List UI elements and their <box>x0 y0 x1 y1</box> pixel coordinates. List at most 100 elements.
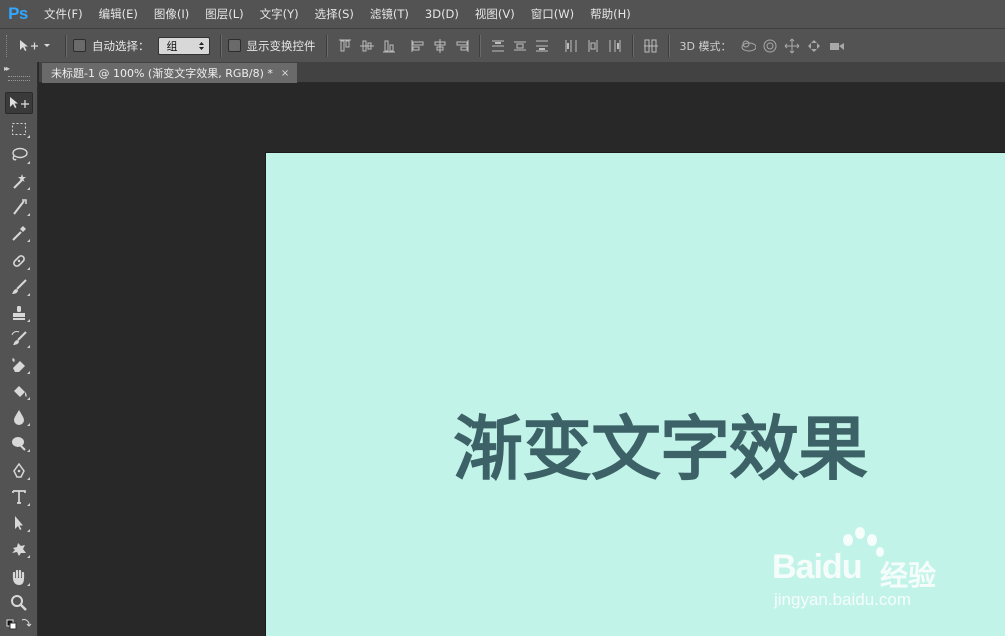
separator <box>219 34 222 57</box>
menu-view[interactable]: 视图(V) <box>467 6 523 22</box>
options-bar: 自动选择： 组 显示变换控件 3D 模式： <box>0 28 1005 62</box>
path-selection-tool[interactable] <box>5 512 33 534</box>
menu-window[interactable]: 窗口(W) <box>523 6 582 22</box>
align-top-edges-button[interactable] <box>337 38 353 54</box>
separator <box>325 34 328 57</box>
zoom-tool[interactable] <box>5 592 33 614</box>
lasso-icon <box>12 147 28 161</box>
3d-scale-button[interactable] <box>828 38 845 54</box>
distribute-bottom-button[interactable] <box>534 38 550 54</box>
menu-type[interactable]: 文字(Y) <box>252 6 307 22</box>
distribute-right-button[interactable] <box>607 38 623 54</box>
auto-select-value: 组 <box>166 39 178 53</box>
3d-video-camera-icon <box>830 42 845 50</box>
healing-brush-tool[interactable] <box>5 250 33 272</box>
close-icon[interactable]: × <box>281 68 289 79</box>
collapse-panel-icon[interactable]: ▸▸ <box>4 64 10 73</box>
align-right-edges-button[interactable] <box>454 38 470 54</box>
crop-tool[interactable] <box>5 196 33 218</box>
bandage-icon <box>13 255 25 267</box>
3d-pan-button[interactable] <box>784 38 800 54</box>
3d-mode-label: 3D 模式： <box>679 39 732 53</box>
puzzle-shape-icon <box>12 543 26 556</box>
document-tab-title: 未标题-1 @ 100% (渐变文字效果, RGB/8) * <box>51 67 273 80</box>
distribute-vcenter-button[interactable] <box>512 38 528 54</box>
align-hcenter-icon <box>434 38 445 53</box>
dodge-tool[interactable] <box>5 432 33 454</box>
separator <box>667 34 670 57</box>
align-right-icon <box>456 39 468 52</box>
color-swatches[interactable] <box>5 614 33 634</box>
photoshop-logo: Ps <box>8 4 28 23</box>
canvas-text-layer[interactable]: 渐变文字效果 <box>453 393 868 494</box>
menu-help[interactable]: 帮助(H) <box>582 6 639 22</box>
marquee-tool[interactable] <box>5 118 33 140</box>
eyedropper-tool[interactable] <box>5 222 33 244</box>
distribute-hcenter-icon <box>588 39 597 52</box>
auto-align-icon <box>643 39 658 52</box>
lasso-tool[interactable] <box>5 144 33 166</box>
menu-filter[interactable]: 滤镜(T) <box>362 6 417 22</box>
tools-panel-grip[interactable] <box>8 76 30 81</box>
stamp-icon <box>13 306 25 320</box>
tool-preset-picker[interactable] <box>19 39 59 53</box>
3d-rotate-icon <box>741 40 757 51</box>
distribute-bottom-icon <box>535 40 548 51</box>
dodge-icon <box>12 437 26 451</box>
auto-select-dropdown[interactable]: 组 <box>157 36 210 55</box>
3d-roll-button[interactable] <box>762 38 778 54</box>
3d-slide-button[interactable] <box>806 38 822 54</box>
pen-icon <box>13 462 25 478</box>
distribute-hcenter-button[interactable] <box>585 38 601 54</box>
type-tool[interactable] <box>5 486 33 508</box>
brush-tool[interactable] <box>5 276 33 298</box>
move-tool[interactable] <box>5 92 33 114</box>
rectangular-marquee-icon <box>12 123 26 135</box>
pen-tool[interactable] <box>5 460 33 482</box>
baidu-jingyan-watermark: Baidu 经验 jingyan.baidu.com <box>770 524 970 614</box>
distribute-top-button[interactable] <box>490 38 506 54</box>
updown-arrows-icon <box>198 41 204 50</box>
menu-edit[interactable]: 编辑(E) <box>91 6 146 22</box>
eyedropper-icon <box>12 226 26 241</box>
align-left-icon <box>411 39 423 52</box>
move-tool-icon <box>20 39 38 51</box>
align-bottom-edges-button[interactable] <box>381 38 397 54</box>
show-transform-checkbox[interactable] <box>227 39 241 52</box>
auto-select-checkbox[interactable] <box>73 39 86 52</box>
hand-tool[interactable] <box>5 566 33 588</box>
magic-wand-icon <box>13 174 26 189</box>
crop-icon <box>13 199 27 215</box>
separator <box>631 34 634 57</box>
history-brush-tool[interactable] <box>5 328 33 350</box>
paint-bucket-icon <box>14 386 27 397</box>
watermark-suffix: 经验 <box>880 559 937 592</box>
align-vertical-centers-button[interactable] <box>359 38 375 54</box>
blur-tool[interactable] <box>5 406 33 428</box>
menu-select[interactable]: 选择(S) <box>307 6 362 22</box>
menu-image[interactable]: 图像(I) <box>146 6 197 22</box>
custom-shape-tool[interactable] <box>5 538 33 560</box>
menu-bar: Ps 文件(F) 编辑(E) 图像(I) 图层(L) 文字(Y) 选择(S) 滤… <box>0 0 1005 28</box>
auto-align-layers-button[interactable] <box>643 38 659 54</box>
magic-wand-tool[interactable] <box>5 170 33 192</box>
water-drop-icon <box>14 410 24 425</box>
document-tab-bar: 未标题-1 @ 100% (渐变文字效果, RGB/8) * × <box>39 62 1005 83</box>
eraser-tool[interactable] <box>5 354 33 376</box>
document-tab[interactable]: 未标题-1 @ 100% (渐变文字效果, RGB/8) * × <box>42 63 298 83</box>
clone-stamp-tool[interactable] <box>5 302 33 324</box>
menu-3d[interactable]: 3D(D) <box>417 7 467 21</box>
separator <box>65 34 67 57</box>
move-tool-icon <box>10 97 29 108</box>
align-horizontal-centers-button[interactable] <box>432 38 448 54</box>
menu-layer[interactable]: 图层(L) <box>197 6 251 22</box>
distribute-vcenter-icon <box>513 41 526 50</box>
align-left-edges-button[interactable] <box>410 38 426 54</box>
menu-file[interactable]: 文件(F) <box>36 6 91 22</box>
options-bar-grip[interactable] <box>6 34 11 57</box>
distribute-left-button[interactable] <box>563 38 579 54</box>
distribute-top-icon <box>491 40 504 51</box>
paint-bucket-tool[interactable] <box>5 380 33 402</box>
3d-rotate-button[interactable] <box>740 38 757 54</box>
distribute-left-icon <box>565 39 576 52</box>
